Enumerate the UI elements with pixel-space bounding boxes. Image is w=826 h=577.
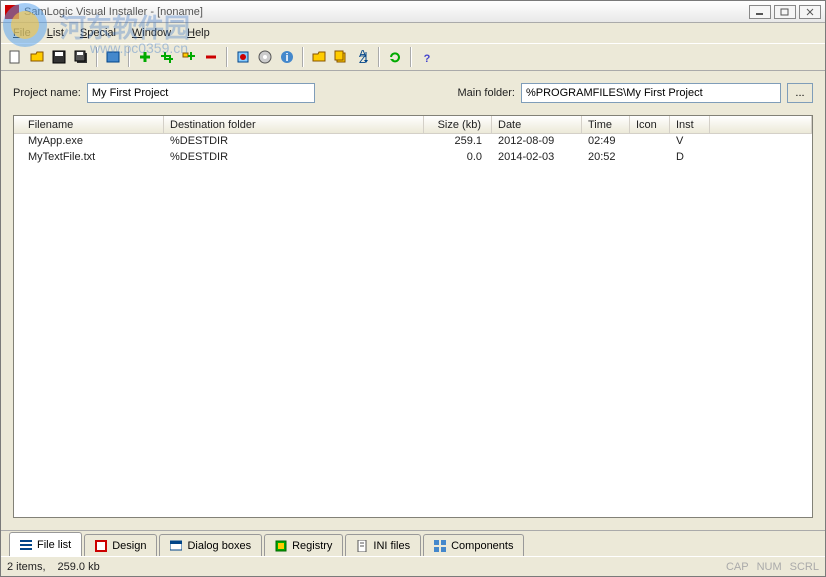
- col-dest[interactable]: Destination folder: [164, 116, 424, 133]
- col-size[interactable]: Size (kb): [424, 116, 492, 133]
- add-tree-icon[interactable]: [179, 47, 199, 67]
- content-area: Project name: Main folder: ... Filename …: [1, 71, 825, 530]
- status-num: NUM: [757, 561, 782, 573]
- tab-registry[interactable]: Registry: [264, 534, 343, 556]
- svg-text:?: ?: [424, 53, 431, 64]
- col-spacer: [710, 116, 812, 133]
- tab-design[interactable]: Design: [84, 534, 157, 556]
- add-icon[interactable]: [135, 47, 155, 67]
- menu-help[interactable]: Help: [179, 25, 218, 41]
- svg-text:i: i: [285, 52, 288, 64]
- svg-text:Z: Z: [359, 54, 366, 64]
- col-date[interactable]: Date: [492, 116, 582, 133]
- menu-bar: File List Special Window Help: [1, 23, 825, 43]
- list-icon: [20, 539, 32, 551]
- copy-icon[interactable]: [331, 47, 351, 67]
- help-icon[interactable]: ?: [417, 47, 437, 67]
- tab-ini[interactable]: INI files: [345, 534, 421, 556]
- disk-icon[interactable]: [255, 47, 275, 67]
- status-size: 259.0 kb: [58, 561, 100, 573]
- browse-button[interactable]: ...: [787, 83, 813, 103]
- ini-icon: [356, 540, 368, 552]
- remove-icon[interactable]: [201, 47, 221, 67]
- main-folder-label: Main folder:: [458, 87, 515, 99]
- folder-icon[interactable]: [309, 47, 329, 67]
- save-all-icon[interactable]: [71, 47, 91, 67]
- info-icon[interactable]: i: [277, 47, 297, 67]
- list-body[interactable]: MyApp.exe%DESTDIR259.12012-08-0902:49VMy…: [14, 134, 812, 517]
- add-multi-icon[interactable]: [157, 47, 177, 67]
- status-items: 2 items,: [7, 561, 46, 573]
- col-time[interactable]: Time: [582, 116, 630, 133]
- window-title: SamLogic Visual Installer - [noname]: [24, 6, 749, 18]
- toolbar: i AZ ?: [1, 43, 825, 71]
- app-window: SamLogic Visual Installer - [noname] Fil…: [0, 0, 826, 577]
- table-row[interactable]: MyApp.exe%DESTDIR259.12012-08-0902:49V: [14, 134, 812, 150]
- file-list[interactable]: Filename Destination folder Size (kb) Da…: [13, 115, 813, 518]
- build-icon[interactable]: [233, 47, 253, 67]
- refresh-icon[interactable]: [385, 47, 405, 67]
- open-icon[interactable]: [27, 47, 47, 67]
- list-header: Filename Destination folder Size (kb) Da…: [14, 116, 812, 134]
- menu-list[interactable]: List: [39, 25, 72, 41]
- sort-icon[interactable]: AZ: [353, 47, 373, 67]
- status-bar: 2 items, 259.0 kb CAP NUM SCRL: [1, 556, 825, 576]
- status-scrl: SCRL: [790, 561, 819, 573]
- dialog-icon: [170, 540, 182, 552]
- menu-special[interactable]: Special: [72, 25, 124, 41]
- col-icon[interactable]: Icon: [630, 116, 670, 133]
- menu-file[interactable]: File: [5, 25, 39, 41]
- components-icon: [434, 540, 446, 552]
- col-inst[interactable]: Inst: [670, 116, 710, 133]
- tab-dialog[interactable]: Dialog boxes: [159, 534, 262, 556]
- tab-bar: File list Design Dialog boxes Registry I…: [1, 530, 825, 556]
- project-name-input[interactable]: [87, 83, 315, 103]
- design-icon: [95, 540, 107, 552]
- status-cap: CAP: [726, 561, 749, 573]
- tab-components[interactable]: Components: [423, 534, 524, 556]
- registry-icon: [275, 540, 287, 552]
- table-row[interactable]: MyTextFile.txt%DESTDIR0.02014-02-0320:52…: [14, 150, 812, 166]
- main-folder-input[interactable]: [521, 83, 781, 103]
- title-bar[interactable]: SamLogic Visual Installer - [noname]: [1, 1, 825, 23]
- menu-window[interactable]: Window: [124, 25, 179, 41]
- minimize-button[interactable]: [749, 5, 771, 19]
- maximize-button[interactable]: [774, 5, 796, 19]
- preview-icon[interactable]: [103, 47, 123, 67]
- app-icon: [5, 5, 19, 19]
- project-name-label: Project name:: [13, 87, 81, 99]
- col-filename[interactable]: Filename: [14, 116, 164, 133]
- close-button[interactable]: [799, 5, 821, 19]
- save-icon[interactable]: [49, 47, 69, 67]
- tab-filelist[interactable]: File list: [9, 532, 82, 556]
- new-icon[interactable]: [5, 47, 25, 67]
